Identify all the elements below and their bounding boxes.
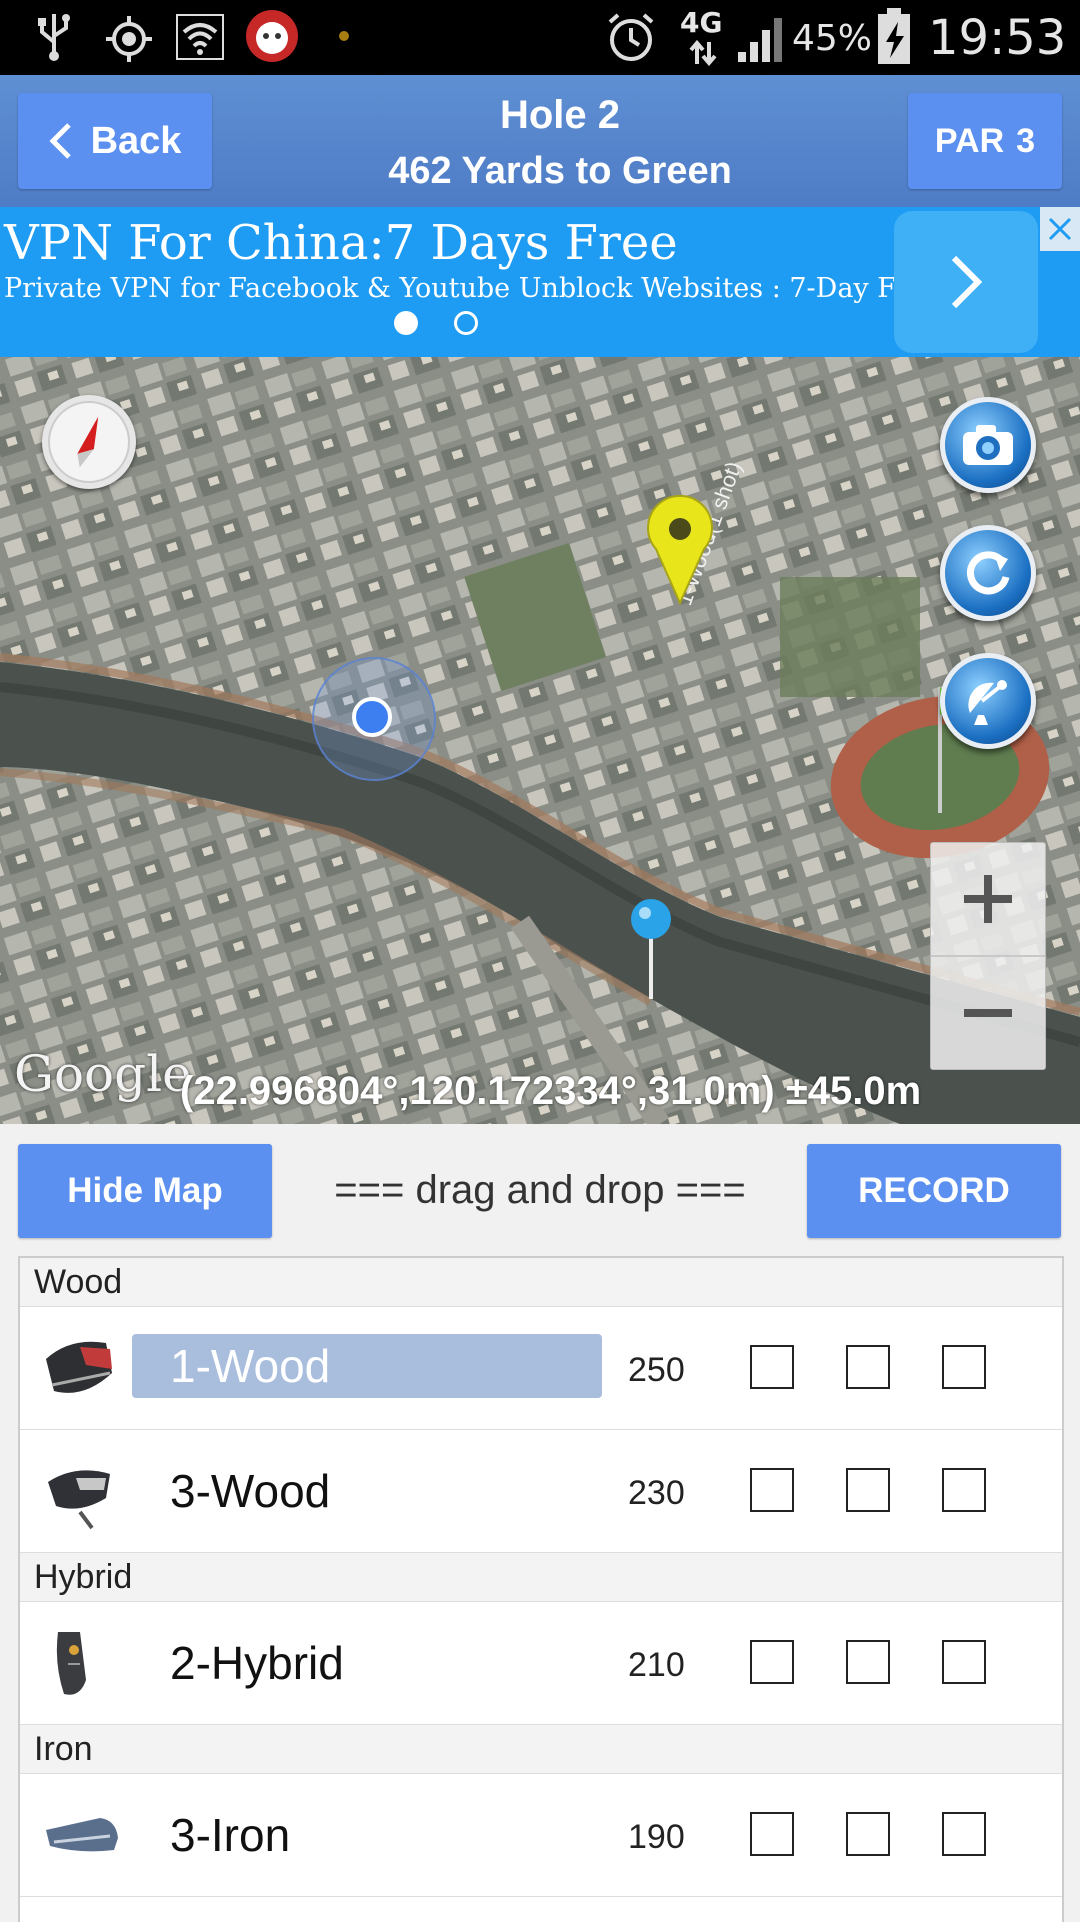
- usb-icon: [38, 14, 70, 61]
- fairway-wood-icon: [48, 1470, 110, 1530]
- back-button[interactable]: Back: [18, 93, 212, 189]
- tee-pin-icon[interactable]: [626, 899, 676, 1003]
- ad-subtitle: Private VPN for Facebook & Youtube Unblo…: [4, 273, 1014, 304]
- hole-info: Hole 2 462 Yards to Green: [260, 87, 860, 199]
- shot-checkbox-1[interactable]: [750, 1812, 794, 1856]
- club-name[interactable]: 3-Wood: [170, 1464, 330, 1518]
- par-button[interactable]: PAR 3: [908, 93, 1062, 189]
- minus-icon: [964, 1009, 1012, 1017]
- back-label: Back: [90, 119, 182, 162]
- club-distance: 210: [628, 1646, 685, 1684]
- par-value: 3: [1016, 121, 1036, 160]
- shot-checkbox-3[interactable]: [942, 1345, 986, 1389]
- ad-arrow-button[interactable]: [894, 211, 1038, 353]
- club-name[interactable]: 1-Wood: [132, 1334, 602, 1398]
- club-row-3-iron[interactable]: 3-Iron 190: [20, 1774, 1062, 1897]
- section-header-hybrid: Hybrid: [20, 1553, 1062, 1602]
- section-title: Iron: [34, 1730, 93, 1768]
- target-pin-icon[interactable]: [640, 487, 720, 607]
- close-icon: [1048, 217, 1072, 241]
- battery-percent: 45%: [792, 18, 873, 59]
- ad-title: VPN For China:7 Days Free: [4, 215, 678, 271]
- hole-title: Hole 2: [499, 93, 621, 137]
- shot-checkbox-1[interactable]: [750, 1468, 794, 1512]
- map-controls-bar: Hide Map === drag and drop === RECORD: [0, 1124, 1080, 1254]
- section-header-wood: Wood: [20, 1258, 1062, 1307]
- shot-checkbox-1[interactable]: [750, 1640, 794, 1684]
- shot-checkbox-2[interactable]: [846, 1812, 890, 1856]
- zoom-controls: [930, 842, 1046, 1070]
- club-name[interactable]: 2-Hybrid: [170, 1636, 344, 1690]
- plus-icon: [964, 875, 1012, 923]
- shot-checkbox-1[interactable]: [750, 1345, 794, 1389]
- camera-button[interactable]: [940, 397, 1036, 493]
- camera-icon: [963, 425, 1013, 465]
- club-row-2-hybrid[interactable]: 2-Hybrid 210: [20, 1602, 1062, 1725]
- driver-club-icon: [46, 1341, 112, 1393]
- shot-checkbox-3[interactable]: [942, 1468, 986, 1512]
- title-bar: Back Hole 2 462 Yards to Green PAR 3: [0, 75, 1080, 207]
- satellite-imagery: 1-Wood(1 shot): [0, 357, 1080, 1124]
- network-arrows-icon: [689, 40, 717, 66]
- app-notification-icon: [246, 10, 298, 62]
- status-bar: 4G 45% 19:53: [0, 0, 1080, 75]
- ad-page-dot-active: [394, 311, 418, 335]
- shot-checkbox-2[interactable]: [846, 1468, 890, 1512]
- shot-checkbox-3[interactable]: [942, 1812, 986, 1856]
- ad-close-button[interactable]: [1040, 207, 1080, 251]
- section-title: Hybrid: [34, 1558, 133, 1596]
- record-button[interactable]: RECORD: [807, 1144, 1061, 1238]
- zoom-in-button[interactable]: [931, 843, 1045, 955]
- section-header-iron: Iron: [20, 1725, 1062, 1774]
- google-logo: Google: [14, 1045, 192, 1103]
- refresh-button[interactable]: [940, 525, 1036, 621]
- yards-to-green: 462 Yards to Green: [388, 150, 732, 192]
- ad-banner[interactable]: VPN For China:7 Days Free Private VPN fo…: [0, 207, 1080, 357]
- gps-coordinates: (22.996804°,120.172334°,31.0m) ±45.0m: [180, 1069, 922, 1113]
- club-row-1-wood[interactable]: 1-Wood 250: [20, 1307, 1062, 1430]
- club-name[interactable]: 3-Iron: [170, 1808, 290, 1862]
- ad-page-dot: [454, 311, 478, 335]
- signal-icon: [738, 18, 782, 62]
- club-distance: 230: [628, 1474, 685, 1512]
- iron-club-icon: [46, 1818, 118, 1852]
- chevron-right-icon: [951, 255, 983, 309]
- club-row-3-wood[interactable]: 3-Wood 230: [20, 1430, 1062, 1553]
- gps-icon: [106, 16, 152, 62]
- battery-charging-icon: [878, 8, 910, 64]
- refresh-icon: [967, 551, 1010, 595]
- par-label: PAR: [934, 121, 1005, 160]
- shot-checkbox-2[interactable]: [846, 1345, 890, 1389]
- hide-map-button[interactable]: Hide Map: [18, 1144, 272, 1238]
- network-type: 4G: [680, 6, 723, 39]
- club-distance: 250: [628, 1351, 685, 1389]
- alarm-icon: [608, 13, 654, 61]
- clock: 19:53: [928, 10, 1067, 66]
- shot-checkbox-3[interactable]: [942, 1640, 986, 1684]
- small-dot-icon: [339, 31, 349, 41]
- shot-checkbox-2[interactable]: [846, 1640, 890, 1684]
- compass-icon: [48, 401, 130, 483]
- satellite-icon: [968, 680, 1007, 725]
- club-distance: 190: [628, 1818, 685, 1856]
- compass-button[interactable]: [42, 395, 136, 489]
- zoom-out-button[interactable]: [931, 957, 1045, 1069]
- map-view[interactable]: 1-Wood(1 shot): [0, 357, 1080, 1124]
- drag-drop-hint: === drag and drop ===: [334, 1168, 746, 1212]
- satellite-button[interactable]: [940, 653, 1036, 749]
- section-title: Wood: [34, 1263, 123, 1301]
- club-list[interactable]: Wood 1-Wood 250 3-Wood 230 Hybrid 2-Hybr…: [18, 1256, 1064, 1922]
- hybrid-club-icon: [56, 1632, 86, 1695]
- wifi-icon: [176, 14, 224, 60]
- chevron-left-icon: [49, 123, 71, 159]
- current-location-dot: [352, 697, 392, 737]
